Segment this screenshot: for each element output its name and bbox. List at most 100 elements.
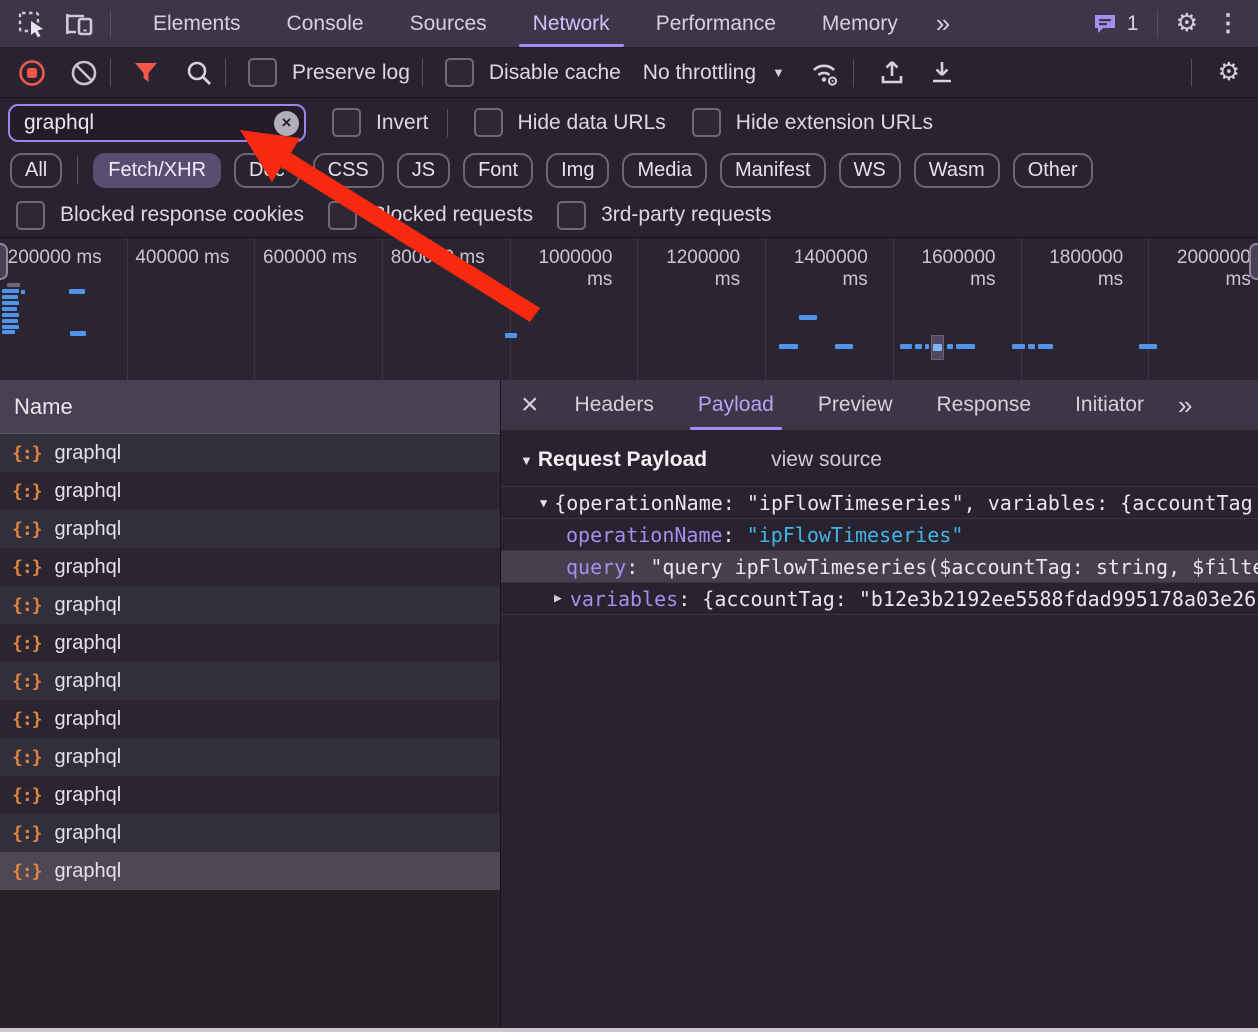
export-har-icon[interactable]	[928, 59, 956, 87]
panel-tab[interactable]: Elements	[153, 0, 241, 47]
request-name: graphql	[55, 784, 122, 807]
device-toolbar-icon[interactable]	[62, 8, 96, 40]
disable-cache-checkbox[interactable]	[445, 58, 474, 87]
filter-input[interactable]	[8, 104, 306, 142]
type-chip[interactable]: Font	[463, 153, 533, 188]
timeline-tick-label: 800000 ms	[383, 238, 511, 382]
issues-counter[interactable]: 1	[1092, 12, 1139, 36]
detail-tab[interactable]: Payload	[698, 380, 774, 430]
colon: :	[678, 587, 702, 611]
request-row[interactable]: graphql	[0, 586, 500, 624]
request-row[interactable]: graphql	[0, 472, 500, 510]
panel-tab[interactable]: Performance	[656, 0, 776, 47]
settings-gear-icon[interactable]	[1176, 11, 1198, 36]
clear-filter-icon[interactable]	[274, 111, 299, 136]
timeline-request-bar	[799, 315, 817, 320]
import-har-icon[interactable]	[878, 59, 906, 87]
toolbar-separator	[110, 59, 111, 87]
network-overview-timeline[interactable]: 200000 ms 400000 ms 600000 ms 800000 ms …	[0, 238, 1258, 383]
collapse-triangle-icon[interactable]	[520, 453, 533, 468]
type-chip[interactable]: CSS	[313, 153, 384, 188]
toolbar-separator	[225, 59, 226, 87]
request-row[interactable]: graphql	[0, 700, 500, 738]
hide-extension-urls-checkbox[interactable]	[692, 108, 721, 137]
hide-extension-urls-label: Hide extension URLs	[736, 111, 933, 135]
type-chip[interactable]: Wasm	[914, 153, 1000, 188]
timeline-request-bar	[933, 344, 942, 351]
more-filters-row: Blocked response cookies Blocked request…	[0, 193, 1258, 238]
request-name: graphql	[55, 480, 122, 503]
hide-data-urls-label: Hide data URLs	[518, 111, 666, 135]
record-network-log-icon[interactable]	[18, 59, 46, 87]
expand-triangle-icon[interactable]	[554, 591, 562, 606]
payload-query-row-selected[interactable]: query : "query ipFlowTimeseries($account…	[501, 550, 1258, 582]
toolbar-right-cluster: 1	[1092, 9, 1244, 38]
fetch-xhr-icon	[12, 443, 42, 464]
chevron-down-icon	[772, 65, 785, 80]
name-column-header[interactable]: Name	[0, 380, 500, 434]
request-row[interactable]: graphql	[0, 852, 500, 890]
request-detail-pane: Headers Payload Preview Response Initiat…	[501, 380, 1258, 1032]
type-chip[interactable]: WS	[839, 153, 901, 188]
collapse-triangle-icon[interactable]	[540, 496, 547, 510]
network-conditions-icon[interactable]	[809, 59, 841, 87]
filter-icon[interactable]	[133, 60, 159, 86]
request-row[interactable]: graphql	[0, 738, 500, 776]
request-row[interactable]: graphql	[0, 776, 500, 814]
timeline-request-bar	[2, 313, 19, 317]
network-settings-gear-icon[interactable]	[1218, 60, 1240, 85]
panel-tab[interactable]: Memory	[822, 0, 898, 47]
invert-checkbox[interactable]	[332, 108, 361, 137]
type-chip[interactable]: All	[10, 153, 62, 188]
panel-tab[interactable]: Console	[287, 0, 364, 47]
more-filter-checkbox[interactable]	[557, 201, 586, 230]
more-tabs-icon[interactable]	[936, 8, 948, 39]
more-filter-checkbox[interactable]	[16, 201, 45, 230]
more-filter-label: Blocked requests	[372, 203, 533, 227]
type-chip[interactable]: Other	[1013, 153, 1093, 188]
type-chip[interactable]: Fetch/XHR	[93, 153, 221, 188]
type-chip[interactable]: Doc	[234, 153, 300, 188]
detail-tab[interactable]: Initiator	[1075, 380, 1144, 430]
payload-preview-text: {operationName: "ipFlowTimeseries", vari…	[554, 491, 1252, 515]
request-row[interactable]: graphql	[0, 662, 500, 700]
payload-root-row[interactable]: {operationName: "ipFlowTimeseries", vari…	[501, 486, 1258, 518]
request-row[interactable]: graphql	[0, 434, 500, 472]
type-chip[interactable]: Manifest	[720, 153, 826, 188]
detail-tab[interactable]: Preview	[818, 380, 893, 430]
fetch-xhr-icon	[12, 709, 42, 730]
request-row[interactable]: graphql	[0, 548, 500, 586]
overview-left-grip[interactable]	[0, 243, 8, 280]
panel-tab[interactable]: Sources	[410, 0, 487, 47]
request-row[interactable]: graphql	[0, 510, 500, 548]
detail-tabs-bar: Headers Payload Preview Response Initiat…	[501, 380, 1258, 430]
request-row[interactable]: graphql	[0, 814, 500, 852]
close-icon[interactable]	[521, 390, 539, 420]
more-filter-checkbox[interactable]	[328, 201, 357, 230]
search-icon[interactable]	[185, 59, 213, 87]
preserve-log-checkbox[interactable]	[248, 58, 277, 87]
detail-tab[interactable]: Response	[937, 380, 1032, 430]
type-chip[interactable]: Media	[622, 153, 706, 188]
detail-tabs: Headers Payload Preview Response Initiat…	[575, 380, 1144, 430]
type-chip[interactable]: JS	[397, 153, 450, 188]
request-payload-section[interactable]: Request Payload view source	[501, 442, 1258, 478]
more-detail-tabs-icon[interactable]	[1178, 390, 1190, 421]
view-source-link[interactable]: view source	[771, 448, 882, 472]
issues-count: 1	[1127, 12, 1139, 36]
overview-right-grip[interactable]	[1249, 243, 1258, 280]
throttling-dropdown[interactable]: No throttling	[643, 61, 785, 85]
payload-operation-row[interactable]: operationName : "ipFlowTimeseries"	[501, 518, 1258, 550]
request-row[interactable]: graphql	[0, 624, 500, 662]
clear-network-log-icon[interactable]	[70, 59, 98, 87]
hide-data-urls-checkbox[interactable]	[474, 108, 503, 137]
payload-key: operationName	[566, 523, 723, 547]
request-name: graphql	[55, 518, 122, 541]
timeline-tick-label: 1200000 ms	[638, 238, 766, 382]
payload-variables-row[interactable]: variables : {accountTag: "b12e3b2192ee55…	[501, 582, 1258, 615]
panel-tab[interactable]: Network	[533, 0, 610, 47]
type-chip[interactable]: Img	[546, 153, 609, 188]
inspect-element-icon[interactable]	[16, 8, 48, 40]
customize-menu-icon[interactable]	[1212, 9, 1244, 38]
detail-tab[interactable]: Headers	[575, 380, 654, 430]
